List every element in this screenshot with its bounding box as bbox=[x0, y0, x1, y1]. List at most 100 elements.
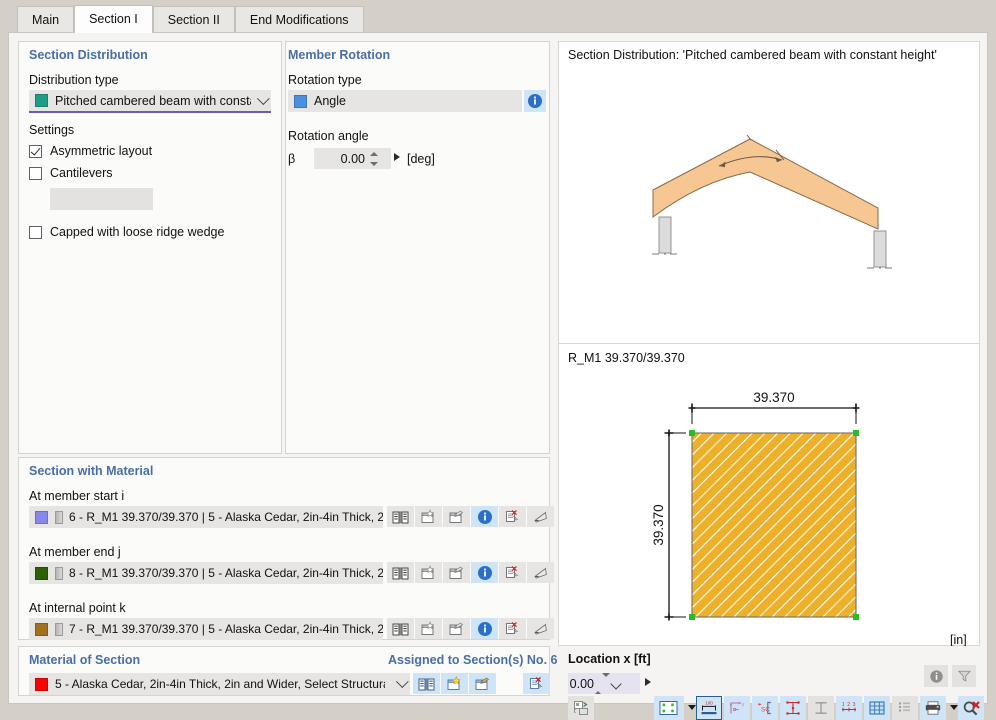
dialog-content: Section Distribution Distribution type P… bbox=[8, 32, 988, 720]
material-of-section-combo[interactable]: 5 - Alaska Cedar, 2in-4in Thick, 2in and… bbox=[29, 673, 410, 695]
member-start-library-button[interactable] bbox=[387, 506, 414, 527]
support-left-icon bbox=[658, 216, 672, 254]
delete-icon bbox=[506, 622, 519, 634]
checkbox-box-capped-ridge[interactable] bbox=[29, 225, 42, 239]
tab-end-modifications[interactable]: End Modifications bbox=[234, 6, 364, 33]
checkbox-asymmetric-layout[interactable]: Asymmetric layout bbox=[29, 144, 152, 158]
checkbox-cantilevers[interactable]: Cantilevers bbox=[29, 166, 113, 180]
internal-point-label: At internal point k bbox=[29, 601, 126, 615]
tab-list: Main Section I Section II End Modificati… bbox=[17, 5, 364, 33]
beam-shape bbox=[652, 138, 879, 230]
section-distribution-title: Section Distribution bbox=[29, 48, 148, 62]
chevron-down-icon[interactable] bbox=[256, 91, 270, 105]
tab-strip: Main Section I Section II End Modificati… bbox=[0, 0, 996, 33]
checkbox-box-asymmetric[interactable] bbox=[29, 144, 42, 158]
toolbar-print-button[interactable] bbox=[920, 696, 946, 720]
edit-icon bbox=[475, 677, 490, 690]
member-end-section-icon bbox=[55, 566, 63, 580]
member-end-section-field[interactable]: 8 - R_M1 39.370/39.370 | 5 - Alaska Ceda… bbox=[29, 562, 383, 584]
toolbar-dimensions-button[interactable]: 100 bbox=[696, 696, 722, 720]
toolbar-nodes-dropdown-arrow[interactable] bbox=[688, 705, 696, 710]
member-start-pick-button[interactable] bbox=[527, 506, 554, 527]
member-end-library-button[interactable] bbox=[387, 562, 414, 583]
beta-value-input[interactable]: 0.00 bbox=[314, 148, 391, 169]
rotation-type-color-swatch bbox=[294, 94, 307, 108]
internal-point-value: 7 - R_M1 39.370/39.370 | 5 - Alaska Ceda… bbox=[69, 622, 383, 636]
toolbar-shear-center-button[interactable]: SC bbox=[752, 696, 778, 720]
chevron-down-icon[interactable] bbox=[395, 675, 409, 689]
member-start-value: 6 - R_M1 39.370/39.370 | 5 - Alaska Ceda… bbox=[69, 510, 383, 524]
info-icon bbox=[929, 669, 943, 683]
material-library-button[interactable] bbox=[413, 673, 440, 694]
toolbar-grid-button[interactable] bbox=[864, 696, 890, 720]
preview-info-button[interactable] bbox=[924, 665, 948, 687]
internal-point-delete-button[interactable] bbox=[499, 618, 526, 639]
toolbar-section-outline-button[interactable] bbox=[808, 696, 834, 720]
checkbox-capped-ridge-wedge[interactable]: Capped with loose ridge wedge bbox=[29, 225, 224, 239]
section-shape bbox=[691, 432, 857, 618]
member-start-new-button[interactable] bbox=[415, 506, 442, 527]
info-icon bbox=[528, 94, 542, 108]
toolbar-print-dropdown-arrow[interactable] bbox=[950, 705, 958, 710]
edit-icon bbox=[449, 622, 464, 635]
svg-text:t: t bbox=[574, 709, 576, 715]
internal-point-section-field[interactable]: 7 - R_M1 39.370/39.370 | 5 - Alaska Ceda… bbox=[29, 618, 383, 640]
internal-point-library-button[interactable] bbox=[387, 618, 414, 639]
numbering-icon: 1 2 3 bbox=[842, 702, 856, 712]
tab-section-i[interactable]: Section I bbox=[74, 5, 153, 33]
toolbar-stress-points-button[interactable] bbox=[780, 696, 806, 720]
member-end-delete-button[interactable] bbox=[499, 562, 526, 583]
toolbar-export-button[interactable]: t bbox=[568, 696, 594, 720]
internal-point-edit-button[interactable] bbox=[443, 618, 470, 639]
spinner-down-icon[interactable] bbox=[602, 673, 610, 691]
location-spinner-arrows[interactable] bbox=[594, 673, 610, 694]
toolbar-axes-button[interactable]: y bbox=[724, 696, 750, 720]
cantilevers-value-field[interactable] bbox=[50, 188, 153, 210]
spinner-up-icon[interactable] bbox=[370, 151, 378, 156]
tab-main[interactable]: Main bbox=[17, 6, 75, 33]
beta-pick-arrow-icon[interactable] bbox=[394, 153, 400, 161]
info-icon bbox=[477, 509, 492, 524]
member-end-color-swatch bbox=[35, 566, 48, 580]
internal-point-pick-button[interactable] bbox=[527, 618, 554, 639]
distribution-type-label: Distribution type bbox=[29, 73, 119, 87]
material-of-section-value: 5 - Alaska Cedar, 2in-4in Thick, 2in and… bbox=[55, 677, 385, 691]
toolbar-zoom-reset-button[interactable] bbox=[958, 696, 984, 720]
preview-filter-button[interactable] bbox=[952, 665, 976, 687]
material-new-button[interactable] bbox=[441, 673, 468, 694]
material-delete-button[interactable] bbox=[523, 673, 550, 694]
svg-text:2: 2 bbox=[847, 702, 850, 708]
internal-point-color-swatch bbox=[35, 622, 48, 636]
member-end-new-button[interactable] bbox=[415, 562, 442, 583]
member-start-delete-button[interactable] bbox=[499, 506, 526, 527]
cross-section-caption: R_M1 39.370/39.370 bbox=[568, 351, 685, 365]
nodes-dots-icon bbox=[659, 701, 678, 715]
location-x-input[interactable]: 0.00 bbox=[568, 673, 640, 694]
beta-value-text: 0.00 bbox=[340, 151, 365, 166]
toolbar-nodes-button[interactable] bbox=[654, 696, 684, 720]
checkbox-box-cantilevers[interactable] bbox=[29, 166, 42, 180]
edit-icon bbox=[449, 510, 464, 523]
chevron-down-icon[interactable] bbox=[610, 677, 622, 690]
distribution-type-combo[interactable]: Pitched cambered beam with constant... bbox=[29, 90, 271, 113]
toolbar-numbering-button[interactable]: 1 2 3 bbox=[836, 696, 862, 720]
member-start-info-button[interactable] bbox=[471, 506, 498, 527]
rotation-type-info-button[interactable] bbox=[524, 90, 546, 112]
member-start-section-field[interactable]: 6 - R_M1 39.370/39.370 | 5 - Alaska Ceda… bbox=[29, 506, 383, 528]
spinner-up-icon[interactable] bbox=[594, 676, 602, 694]
location-pick-arrow-icon[interactable] bbox=[645, 678, 651, 686]
checkbox-label-asymmetric: Asymmetric layout bbox=[50, 144, 153, 158]
toolbar-list-button[interactable] bbox=[892, 696, 918, 720]
material-edit-button[interactable] bbox=[469, 673, 496, 694]
svg-text:100: 100 bbox=[705, 701, 713, 706]
internal-point-info-button[interactable] bbox=[471, 618, 498, 639]
member-end-info-button[interactable] bbox=[471, 562, 498, 583]
spinner-arrows[interactable] bbox=[370, 151, 378, 166]
rotation-type-field[interactable]: Angle bbox=[288, 90, 522, 112]
member-start-edit-button[interactable] bbox=[443, 506, 470, 527]
spinner-down-icon[interactable] bbox=[370, 161, 378, 166]
internal-point-new-button[interactable] bbox=[415, 618, 442, 639]
member-end-edit-button[interactable] bbox=[443, 562, 470, 583]
tab-section-ii[interactable]: Section II bbox=[152, 6, 235, 33]
member-end-pick-button[interactable] bbox=[527, 562, 554, 583]
